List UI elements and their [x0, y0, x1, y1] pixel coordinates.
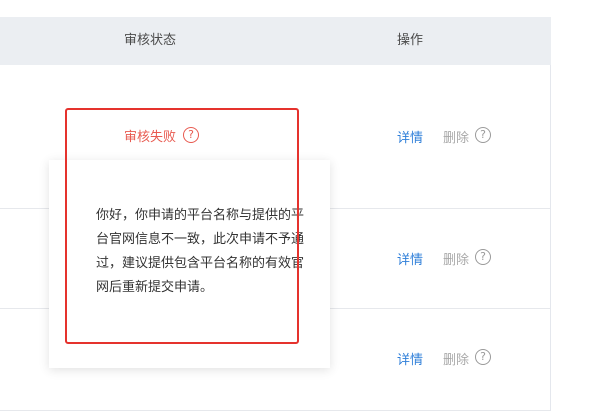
delete-button[interactable]: 删除	[443, 127, 469, 146]
detail-link[interactable]: 详情	[397, 249, 423, 268]
help-icon[interactable]: ?	[475, 127, 491, 143]
detail-link[interactable]: 详情	[397, 127, 423, 146]
delete-button[interactable]: 删除	[443, 349, 469, 368]
header-review-status: 审核状态	[124, 33, 177, 48]
help-icon[interactable]: ?	[475, 249, 491, 265]
help-icon[interactable]: ?	[475, 349, 491, 365]
table-header: 审核状态 操作	[0, 17, 551, 65]
header-actions: 操作	[397, 33, 424, 48]
highlight-box	[65, 108, 299, 344]
delete-button[interactable]: 删除	[443, 249, 469, 268]
detail-link[interactable]: 详情	[397, 349, 423, 368]
